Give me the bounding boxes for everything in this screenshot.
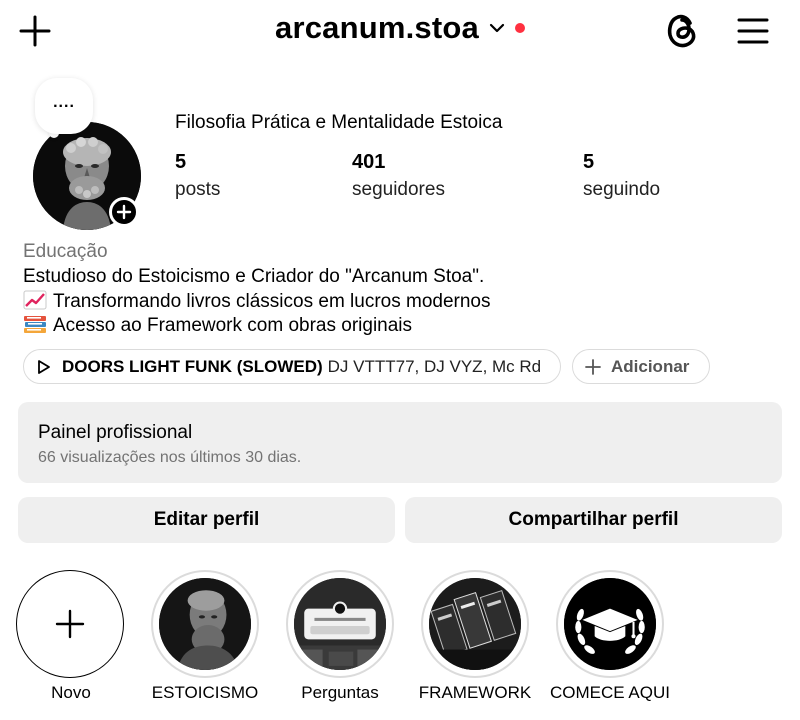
posts-count: 5 [175, 151, 187, 173]
highlight-cover [159, 578, 251, 670]
chart-increasing-emoji [23, 290, 47, 310]
add-story-badge[interactable] [109, 197, 139, 227]
plus-icon [116, 204, 132, 220]
notification-dot [514, 23, 525, 33]
dashboard-subtitle: 66 visualizações nos últimos 30 dias. [38, 449, 302, 466]
new-highlight-button[interactable] [16, 570, 124, 678]
highlight-cover [429, 578, 521, 670]
highlight-estoicismo[interactable] [151, 570, 259, 678]
highlight-label: Perguntas [301, 683, 379, 702]
dashboard-title: Painel profissional [38, 422, 193, 443]
following-count[interactable]: 5 [583, 151, 594, 174]
highlight-label: COMECE AQUI [550, 683, 670, 702]
add-link-button[interactable]: Adicionar [572, 349, 710, 384]
song-title: DOORS LIGHT FUNK (SLOWED) [62, 356, 323, 376]
menu-button[interactable] [736, 14, 770, 48]
highlight-framework[interactable] [421, 570, 529, 678]
highlight-label: FRAMEWORK [418, 683, 532, 702]
highlight-cover [294, 578, 386, 670]
books-emoji [24, 316, 46, 333]
hamburger-menu-icon [737, 18, 769, 44]
profile-music-chip[interactable]: DOORS LIGHT FUNK (SLOWED) DJ VTTT77, DJ … [23, 349, 561, 384]
share-profile-button[interactable]: Compartilhar perfil [405, 497, 782, 543]
play-icon [38, 359, 50, 374]
profile-full-name: Filosofia Prática e Mentalidade Estoica [175, 112, 503, 133]
question-sticker-image [294, 578, 386, 670]
highlight-label: ESTOICISMO [151, 683, 259, 702]
threads-button[interactable] [662, 10, 702, 52]
professional-dashboard[interactable]: Painel profissional 66 visualizações nos… [18, 402, 782, 483]
bio-line: Transformando livros clássicos em lucros… [23, 290, 491, 313]
books-stack-image [429, 578, 521, 670]
plus-icon [55, 609, 85, 639]
following-label[interactable]: seguindo [583, 179, 660, 201]
bio-text: Transformando livros clássicos em lucros… [53, 291, 491, 312]
bio-line: Acesso ao Framework com obras originais [23, 314, 412, 337]
bio-text: Acesso ao Framework com obras originais [53, 315, 413, 336]
highlight-cover [564, 578, 656, 670]
graduation-cap-icon [564, 578, 656, 670]
edit-profile-button[interactable]: Editar perfil [18, 497, 395, 543]
song-artists: DJ VTTT77, DJ VYZ, Mc Rd [327, 356, 542, 376]
highlight-comece-aqui[interactable] [556, 570, 664, 678]
posts-label: posts [175, 179, 221, 200]
profile-category: Educação [23, 241, 108, 262]
username: arcanum.stoa [275, 10, 479, 45]
followers-label[interactable]: seguidores [352, 179, 445, 201]
bio-line: Estudioso do Estoicismo e Criador do "Ar… [23, 266, 485, 287]
plus-icon [585, 358, 601, 375]
highlight-label: Novo [51, 683, 91, 702]
add-link-label: Adicionar [611, 356, 690, 376]
note-bubble[interactable]: .... [35, 78, 93, 134]
chevron-down-icon [489, 23, 505, 33]
threads-icon [667, 14, 696, 48]
highlight-perguntas[interactable] [286, 570, 394, 678]
statue-image [159, 578, 251, 670]
followers-count[interactable]: 401 [352, 151, 385, 174]
